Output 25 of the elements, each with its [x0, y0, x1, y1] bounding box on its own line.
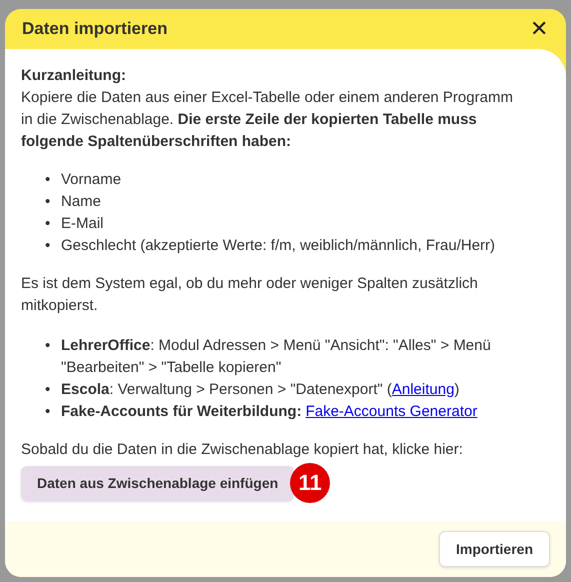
import-button[interactable]: Importieren	[438, 531, 550, 567]
link[interactable]: Anleitung	[392, 381, 454, 398]
bullet: •	[45, 170, 52, 190]
source-item: Fake-Accounts für Weiterbildung: Fake-Accounts Generator	[61, 402, 478, 422]
note-text: Es ist dem System egal, ob du mehr oder weniger Spalten zusätzlich mitkopierst.	[21, 274, 479, 316]
dialog-title: Daten importieren	[22, 18, 168, 40]
source-item: LehrerOffice: Modul Adressen > Menü "Ansicht": "Alles" > Menü "Bearbeiten" > "Tabelle kopieren"	[61, 336, 492, 378]
paste-hint: Sobald du die Daten in die Zwischenablage kopiert hat, klicke hier:	[21, 440, 464, 460]
link[interactable]: Fake-Accounts Generator	[306, 403, 478, 420]
paste-button[interactable]: Daten aus Zwischenablage einfügen	[21, 466, 294, 500]
column-item: Name	[61, 192, 102, 212]
column-item: Geschlecht (akzeptierte Werte: f/m, weiblich/männlich, Frau/Herr)	[61, 236, 496, 256]
column-item: Vorname	[61, 170, 122, 190]
heading: Kurzanleitung:	[21, 66, 127, 86]
bullet: •	[45, 336, 52, 356]
source-item: Escola: Verwaltung > Personen > "Datenexport" (Anleitung)	[61, 380, 460, 400]
column-item: E-Mail	[61, 214, 104, 234]
bullet: •	[45, 236, 52, 256]
count-badge: 11	[290, 463, 330, 503]
bullet: •	[45, 192, 52, 212]
intro-text: Kopiere die Daten aus einer Excel-Tabelle oder einem anderen Programm in die Zwischenablage. Die erste Zeile der kopierten Tabelle muss folgende Spaltenüberschriften haben:	[21, 88, 514, 152]
bullet: •	[45, 402, 52, 422]
bullet: •	[45, 380, 52, 400]
close-button[interactable]: ✕	[530, 18, 548, 40]
bullet: •	[45, 214, 52, 234]
